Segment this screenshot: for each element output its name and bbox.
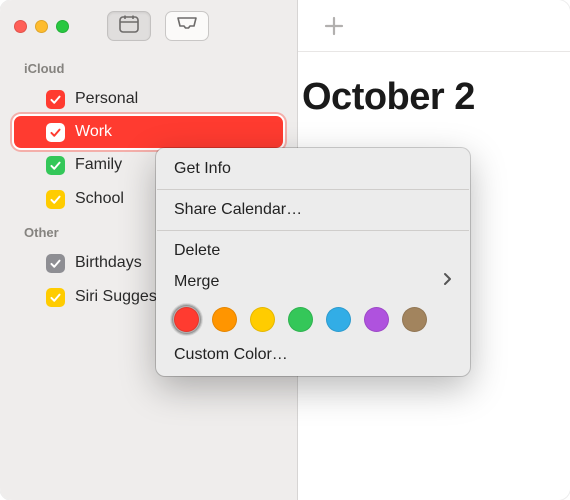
zoom-button[interactable] <box>56 20 69 33</box>
calendars-toggle-button[interactable] <box>107 11 151 41</box>
calendar-label: Family <box>75 156 122 174</box>
calendar-item[interactable]: Work <box>14 116 283 148</box>
toolbar-buttons <box>107 11 209 41</box>
inbox-button[interactable] <box>165 11 209 41</box>
chevron-right-icon <box>443 272 452 291</box>
titlebar <box>0 0 297 52</box>
calendar-checkbox[interactable] <box>46 90 65 109</box>
color-swatch[interactable] <box>174 307 199 332</box>
inbox-icon <box>176 16 198 37</box>
menu-item[interactable]: Share Calendar… <box>156 195 470 225</box>
menu-item-label: Share Calendar… <box>174 201 302 219</box>
menu-separator <box>157 230 469 231</box>
main-toolbar <box>298 0 570 52</box>
color-swatch[interactable] <box>364 307 389 332</box>
menu-item-submenu[interactable]: Merge <box>156 266 470 297</box>
calendar-label: Personal <box>75 90 138 108</box>
menu-separator <box>157 189 469 190</box>
calendar-checkbox[interactable] <box>46 254 65 273</box>
calendar-icon <box>119 15 139 38</box>
menu-item-label: Custom Color… <box>174 346 288 364</box>
section-header: iCloud <box>0 52 297 82</box>
menu-item-label: Merge <box>174 273 219 291</box>
color-swatch[interactable] <box>250 307 275 332</box>
calendar-label: Work <box>75 123 112 141</box>
month-title: October 2 <box>298 52 570 119</box>
calendar-label: Birthdays <box>75 254 142 272</box>
color-swatch[interactable] <box>212 307 237 332</box>
calendar-checkbox[interactable] <box>46 123 65 142</box>
calendar-item[interactable]: Personal <box>0 82 297 116</box>
close-button[interactable] <box>14 20 27 33</box>
app-window: iCloudPersonalWorkFamilySchoolOtherBirth… <box>0 0 570 500</box>
menu-item-label: Delete <box>174 242 220 260</box>
window-controls <box>14 20 69 33</box>
minimize-button[interactable] <box>35 20 48 33</box>
calendar-checkbox[interactable] <box>46 156 65 175</box>
menu-item-label: Get Info <box>174 160 231 178</box>
calendar-checkbox[interactable] <box>46 288 65 307</box>
calendar-label: School <box>75 190 124 208</box>
menu-item[interactable]: Delete <box>156 236 470 266</box>
context-menu: Get Info Share Calendar… Delete Merge Custom… <box>156 148 470 376</box>
color-swatch[interactable] <box>326 307 351 332</box>
menu-item[interactable]: Custom Color… <box>156 340 470 370</box>
color-swatch[interactable] <box>402 307 427 332</box>
add-event-button[interactable] <box>322 14 346 38</box>
color-swatch[interactable] <box>288 307 313 332</box>
color-swatch-row <box>156 297 470 340</box>
calendar-checkbox[interactable] <box>46 190 65 209</box>
menu-item[interactable]: Get Info <box>156 154 470 184</box>
